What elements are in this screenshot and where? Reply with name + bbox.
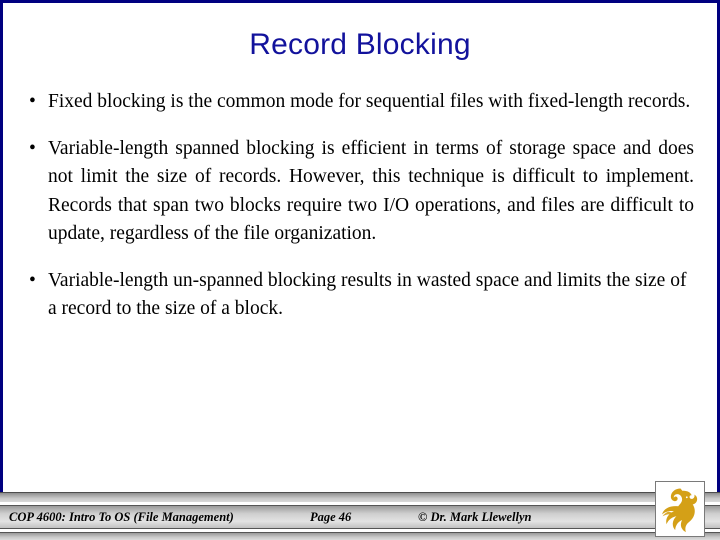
footer-course-label: COP 4600: Intro To OS (File Management) — [9, 510, 234, 524]
slide-border-left — [0, 0, 3, 492]
ucf-pegasus-logo — [655, 481, 705, 537]
list-item: • Variable-length spanned blocking is ef… — [22, 135, 694, 249]
footer-band-bottom — [0, 532, 720, 540]
slide-footer: COP 4600: Intro To OS (File Management) … — [0, 492, 720, 540]
footer-band-top — [0, 492, 720, 502]
bullet-marker-icon: • — [29, 137, 36, 159]
list-item-text: Variable-length spanned blocking is effi… — [48, 137, 694, 245]
list-item: • Variable-length un-spanned blocking re… — [22, 267, 694, 324]
slide-border-top — [0, 0, 720, 3]
list-item-text: Variable-length un-spanned blocking resu… — [48, 269, 687, 320]
page-title: Record Blocking — [249, 28, 471, 61]
bullet-marker-icon: • — [29, 91, 36, 112]
bullet-marker-icon: • — [29, 269, 36, 291]
list-item: • Fixed blocking is the common mode for … — [22, 88, 694, 117]
footer-page-number: Page 46 — [310, 510, 352, 524]
footer-copyright: © Dr. Mark Llewellyn — [418, 510, 532, 524]
list-item-text: Fixed blocking is the common mode for se… — [48, 91, 691, 112]
slide-body: • Fixed blocking is the common mode for … — [22, 88, 694, 324]
slide: Record Blocking • Fixed blocking is the … — [0, 0, 720, 540]
